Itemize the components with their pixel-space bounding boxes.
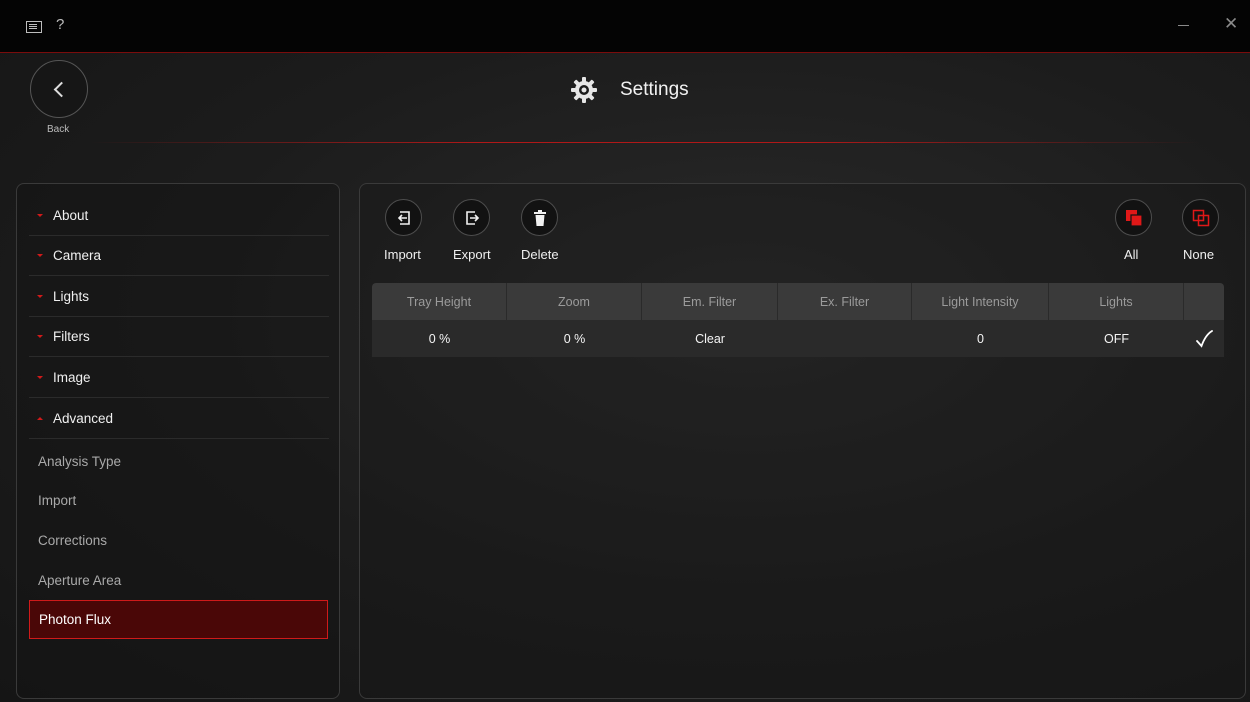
settings-sidebar: About Camera Lights Filters Image Advanc…: [16, 183, 340, 699]
minimize-icon[interactable]: [1178, 25, 1189, 26]
sidebar-item-label: Photon Flux: [39, 612, 112, 627]
sidebar-item-advanced[interactable]: Advanced: [29, 399, 329, 439]
page-title: Settings: [620, 79, 689, 100]
sidebar-item-about[interactable]: About: [29, 196, 329, 236]
delete-button[interactable]: [521, 199, 558, 236]
help-icon[interactable]: ?: [56, 16, 64, 33]
sidebar-item-import[interactable]: Import: [29, 481, 329, 520]
column-header-lights[interactable]: Lights: [1049, 283, 1184, 320]
table-header: Tray Height Zoom Em. Filter Ex. Filter L…: [372, 283, 1224, 320]
sidebar-item-label: Import: [38, 493, 77, 508]
back-button[interactable]: [30, 60, 88, 118]
column-header-tray-height[interactable]: Tray Height: [372, 283, 507, 320]
import-icon: [397, 210, 410, 225]
cell-light-intensity: 0: [977, 331, 984, 346]
export-icon: [465, 210, 479, 225]
close-icon[interactable]: ✕: [1224, 14, 1238, 34]
sidebar-item-label: Filters: [53, 329, 90, 344]
cell-em-filter: Clear: [695, 331, 725, 346]
sidebar-item-label: Corrections: [38, 533, 108, 548]
sidebar-item-label: Image: [53, 370, 91, 385]
cell-zoom: 0 %: [563, 331, 586, 346]
table-row[interactable]: 0 % 0 % Clear 0 OFF: [372, 320, 1224, 357]
header-divider: [90, 142, 1200, 143]
sidebar-item-aperture-area[interactable]: Aperture Area: [29, 561, 329, 600]
photon-flux-table: Tray Height Zoom Em. Filter Ex. Filter L…: [372, 283, 1224, 357]
sidebar-item-photon-flux[interactable]: Photon Flux: [29, 600, 328, 639]
column-header-em-filter[interactable]: Em. Filter: [642, 283, 778, 320]
select-none-label: None: [1183, 247, 1215, 262]
delete-label: Delete: [521, 247, 559, 262]
sidebar-item-label: Advanced: [53, 411, 114, 426]
export-label: Export: [453, 247, 491, 262]
select-all-icon: [1125, 209, 1143, 227]
sidebar-item-corrections[interactable]: Corrections: [29, 521, 329, 560]
gear-icon: [571, 77, 597, 103]
sidebar-item-camera[interactable]: Camera: [29, 236, 329, 276]
title-bar: ? ✕: [0, 0, 1250, 53]
chevron-up-icon: [37, 417, 43, 420]
chevron-down-icon: [37, 254, 43, 257]
sidebar-item-lights[interactable]: Lights: [29, 277, 329, 317]
select-all-label: All: [1124, 247, 1139, 262]
column-header-zoom[interactable]: Zoom: [507, 283, 642, 320]
sidebar-item-label: Aperture Area: [38, 573, 122, 588]
column-header-select[interactable]: [1184, 283, 1224, 320]
row-select-checkbox[interactable]: [1184, 320, 1224, 357]
sidebar-item-label: About: [53, 208, 89, 223]
keyboard-icon[interactable]: [26, 21, 42, 33]
select-none-icon: [1192, 209, 1209, 226]
cell-tray-height: 0 %: [428, 331, 451, 346]
chevron-down-icon: [37, 214, 43, 217]
photon-flux-panel: Import Export Delete All None Tray Heigh…: [359, 183, 1246, 699]
column-header-light-intensity[interactable]: Light Intensity: [912, 283, 1049, 320]
trash-icon: [533, 209, 546, 226]
select-all-button[interactable]: [1115, 199, 1152, 236]
chevron-down-icon: [37, 335, 43, 338]
chevron-down-icon: [37, 376, 43, 379]
export-button[interactable]: [453, 199, 490, 236]
checkmark-icon: [1196, 329, 1213, 348]
chevron-left-icon: [53, 81, 70, 97]
app-window: ? ✕ Back Settings About Camera Lights Fi…: [0, 0, 1250, 702]
sidebar-item-filters[interactable]: Filters: [29, 317, 329, 357]
cell-ex-filter: [778, 320, 912, 357]
sidebar-item-label: Camera: [53, 248, 102, 263]
sidebar-item-analysis-type[interactable]: Analysis Type: [29, 442, 329, 481]
sidebar-item-label: Analysis Type: [38, 454, 122, 469]
page-header: Settings: [570, 76, 689, 104]
import-button[interactable]: [385, 199, 422, 236]
select-none-button[interactable]: [1182, 199, 1219, 236]
sidebar-item-image[interactable]: Image: [29, 358, 329, 398]
chevron-down-icon: [37, 295, 43, 298]
import-label: Import: [384, 247, 421, 262]
sidebar-item-label: Lights: [53, 289, 90, 304]
back-label: Back: [47, 124, 70, 135]
column-header-ex-filter[interactable]: Ex. Filter: [778, 283, 912, 320]
cell-lights: OFF: [1104, 331, 1129, 346]
